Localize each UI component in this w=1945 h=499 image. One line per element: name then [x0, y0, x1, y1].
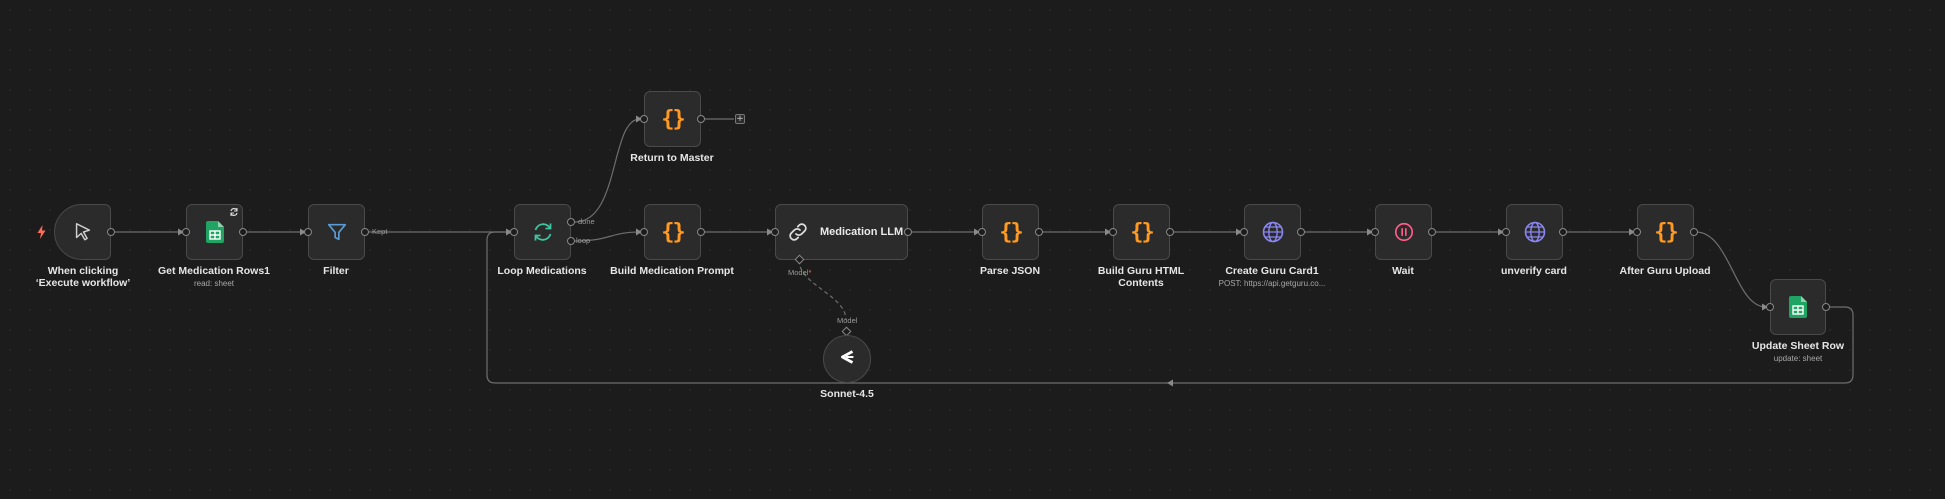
output-handle[interactable] [1297, 228, 1305, 236]
output-handle[interactable] [904, 228, 912, 236]
medication-llm-title: Medication LLM [820, 226, 904, 238]
code-braces-icon: {} [661, 219, 685, 245]
input-handle[interactable] [304, 228, 312, 236]
kept-branch-label: Kept [372, 227, 388, 236]
input-handle[interactable] [1502, 228, 1510, 236]
create-guru-card-subtitle: POST: https://api.getguru.co... [1218, 279, 1326, 288]
edge-loop-done-to-return [574, 118, 641, 223]
output-handle[interactable] [239, 228, 247, 236]
output-handle-loop[interactable] [567, 237, 575, 245]
output-handle[interactable] [1690, 228, 1698, 236]
medication-llm-node[interactable]: Medication LLM [775, 204, 908, 260]
output-handle-kept[interactable] [361, 228, 369, 236]
build-medication-prompt-label: Build Medication Prompt [610, 265, 734, 277]
input-handle[interactable] [640, 228, 648, 236]
after-guru-upload-node[interactable]: {} [1637, 204, 1694, 260]
output-handle-done[interactable] [567, 218, 575, 226]
pause-icon [1393, 221, 1415, 243]
output-handle[interactable] [1428, 228, 1436, 236]
unverify-card-label: unverify card [1501, 265, 1567, 277]
wait-node[interactable] [1375, 204, 1432, 260]
output-handle[interactable] [1035, 228, 1043, 236]
create-guru-card-node[interactable] [1244, 204, 1301, 260]
model-port-label: Model* [788, 268, 812, 277]
input-handle[interactable] [1371, 228, 1379, 236]
loop-icon [531, 220, 555, 244]
cursor-icon [72, 221, 94, 243]
code-braces-icon: {} [661, 106, 685, 132]
after-guru-upload-label: After Guru Upload [1619, 265, 1711, 277]
parse-json-label: Parse JSON [979, 265, 1041, 277]
output-handle[interactable] [1166, 228, 1174, 236]
output-handle[interactable] [1822, 303, 1830, 311]
code-braces-icon: {} [1130, 219, 1154, 245]
trigger-node[interactable] [54, 204, 111, 260]
unverify-card-node[interactable] [1506, 204, 1563, 260]
filter-node[interactable] [308, 204, 365, 260]
lightning-bolt-icon [37, 225, 46, 239]
input-handle[interactable] [510, 228, 518, 236]
trigger-label: When clicking ‘Execute workflow’ [35, 265, 131, 289]
update-sheet-row-label: Update Sheet Row [1751, 340, 1845, 352]
get-medication-rows-subtitle: read: sheet [193, 279, 235, 288]
chain-link-icon [786, 220, 810, 244]
return-to-master-node[interactable]: {} [644, 91, 701, 147]
anthropic-icon [836, 346, 858, 373]
input-handle[interactable] [1633, 228, 1641, 236]
get-medication-rows-label: Get Medication Rows1 [157, 265, 271, 277]
update-sheet-row-node[interactable] [1770, 279, 1826, 335]
build-guru-html-label: Build Guru HTML Contents [1097, 265, 1185, 289]
build-medication-prompt-node[interactable]: {} [644, 204, 701, 260]
filter-label: Filter [323, 265, 349, 277]
done-branch-label: done [578, 217, 595, 226]
loop-medications-label: Loop Medications [497, 265, 587, 277]
output-handle[interactable] [1559, 228, 1567, 236]
model-connection-label: Model [837, 316, 858, 325]
input-handle[interactable] [978, 228, 986, 236]
globe-icon [1261, 220, 1285, 244]
update-sheet-row-subtitle: update: sheet [1773, 354, 1823, 363]
input-handle[interactable] [1240, 228, 1248, 236]
return-to-master-label: Return to Master [630, 152, 714, 164]
input-handle[interactable] [182, 228, 190, 236]
loop-branch-label: loop [576, 236, 591, 245]
parse-json-node[interactable]: {} [982, 204, 1039, 260]
google-sheets-icon [1789, 296, 1807, 318]
output-handle[interactable] [697, 228, 705, 236]
input-handle[interactable] [1109, 228, 1117, 236]
sonnet-label: Sonnet-4.5 [820, 388, 874, 400]
output-handle[interactable] [107, 228, 115, 236]
add-node-button[interactable]: + [735, 114, 745, 124]
google-sheets-icon [205, 221, 224, 243]
funnel-icon [326, 221, 348, 243]
create-guru-card-label: Create Guru Card1 [1225, 265, 1319, 277]
code-braces-icon: {} [999, 219, 1023, 245]
input-handle[interactable] [640, 115, 648, 123]
build-guru-html-node[interactable]: {} [1113, 204, 1170, 260]
loop-medications-node[interactable] [514, 204, 571, 260]
input-handle[interactable] [1766, 303, 1774, 311]
globe-icon [1523, 220, 1547, 244]
output-handle[interactable] [697, 115, 705, 123]
sonnet-model-node[interactable] [823, 335, 871, 383]
wait-label: Wait [1392, 265, 1414, 277]
edge-arrowhead [1167, 379, 1173, 387]
refresh-badge-icon [230, 208, 238, 216]
input-handle[interactable] [771, 228, 779, 236]
code-braces-icon: {} [1654, 219, 1678, 245]
